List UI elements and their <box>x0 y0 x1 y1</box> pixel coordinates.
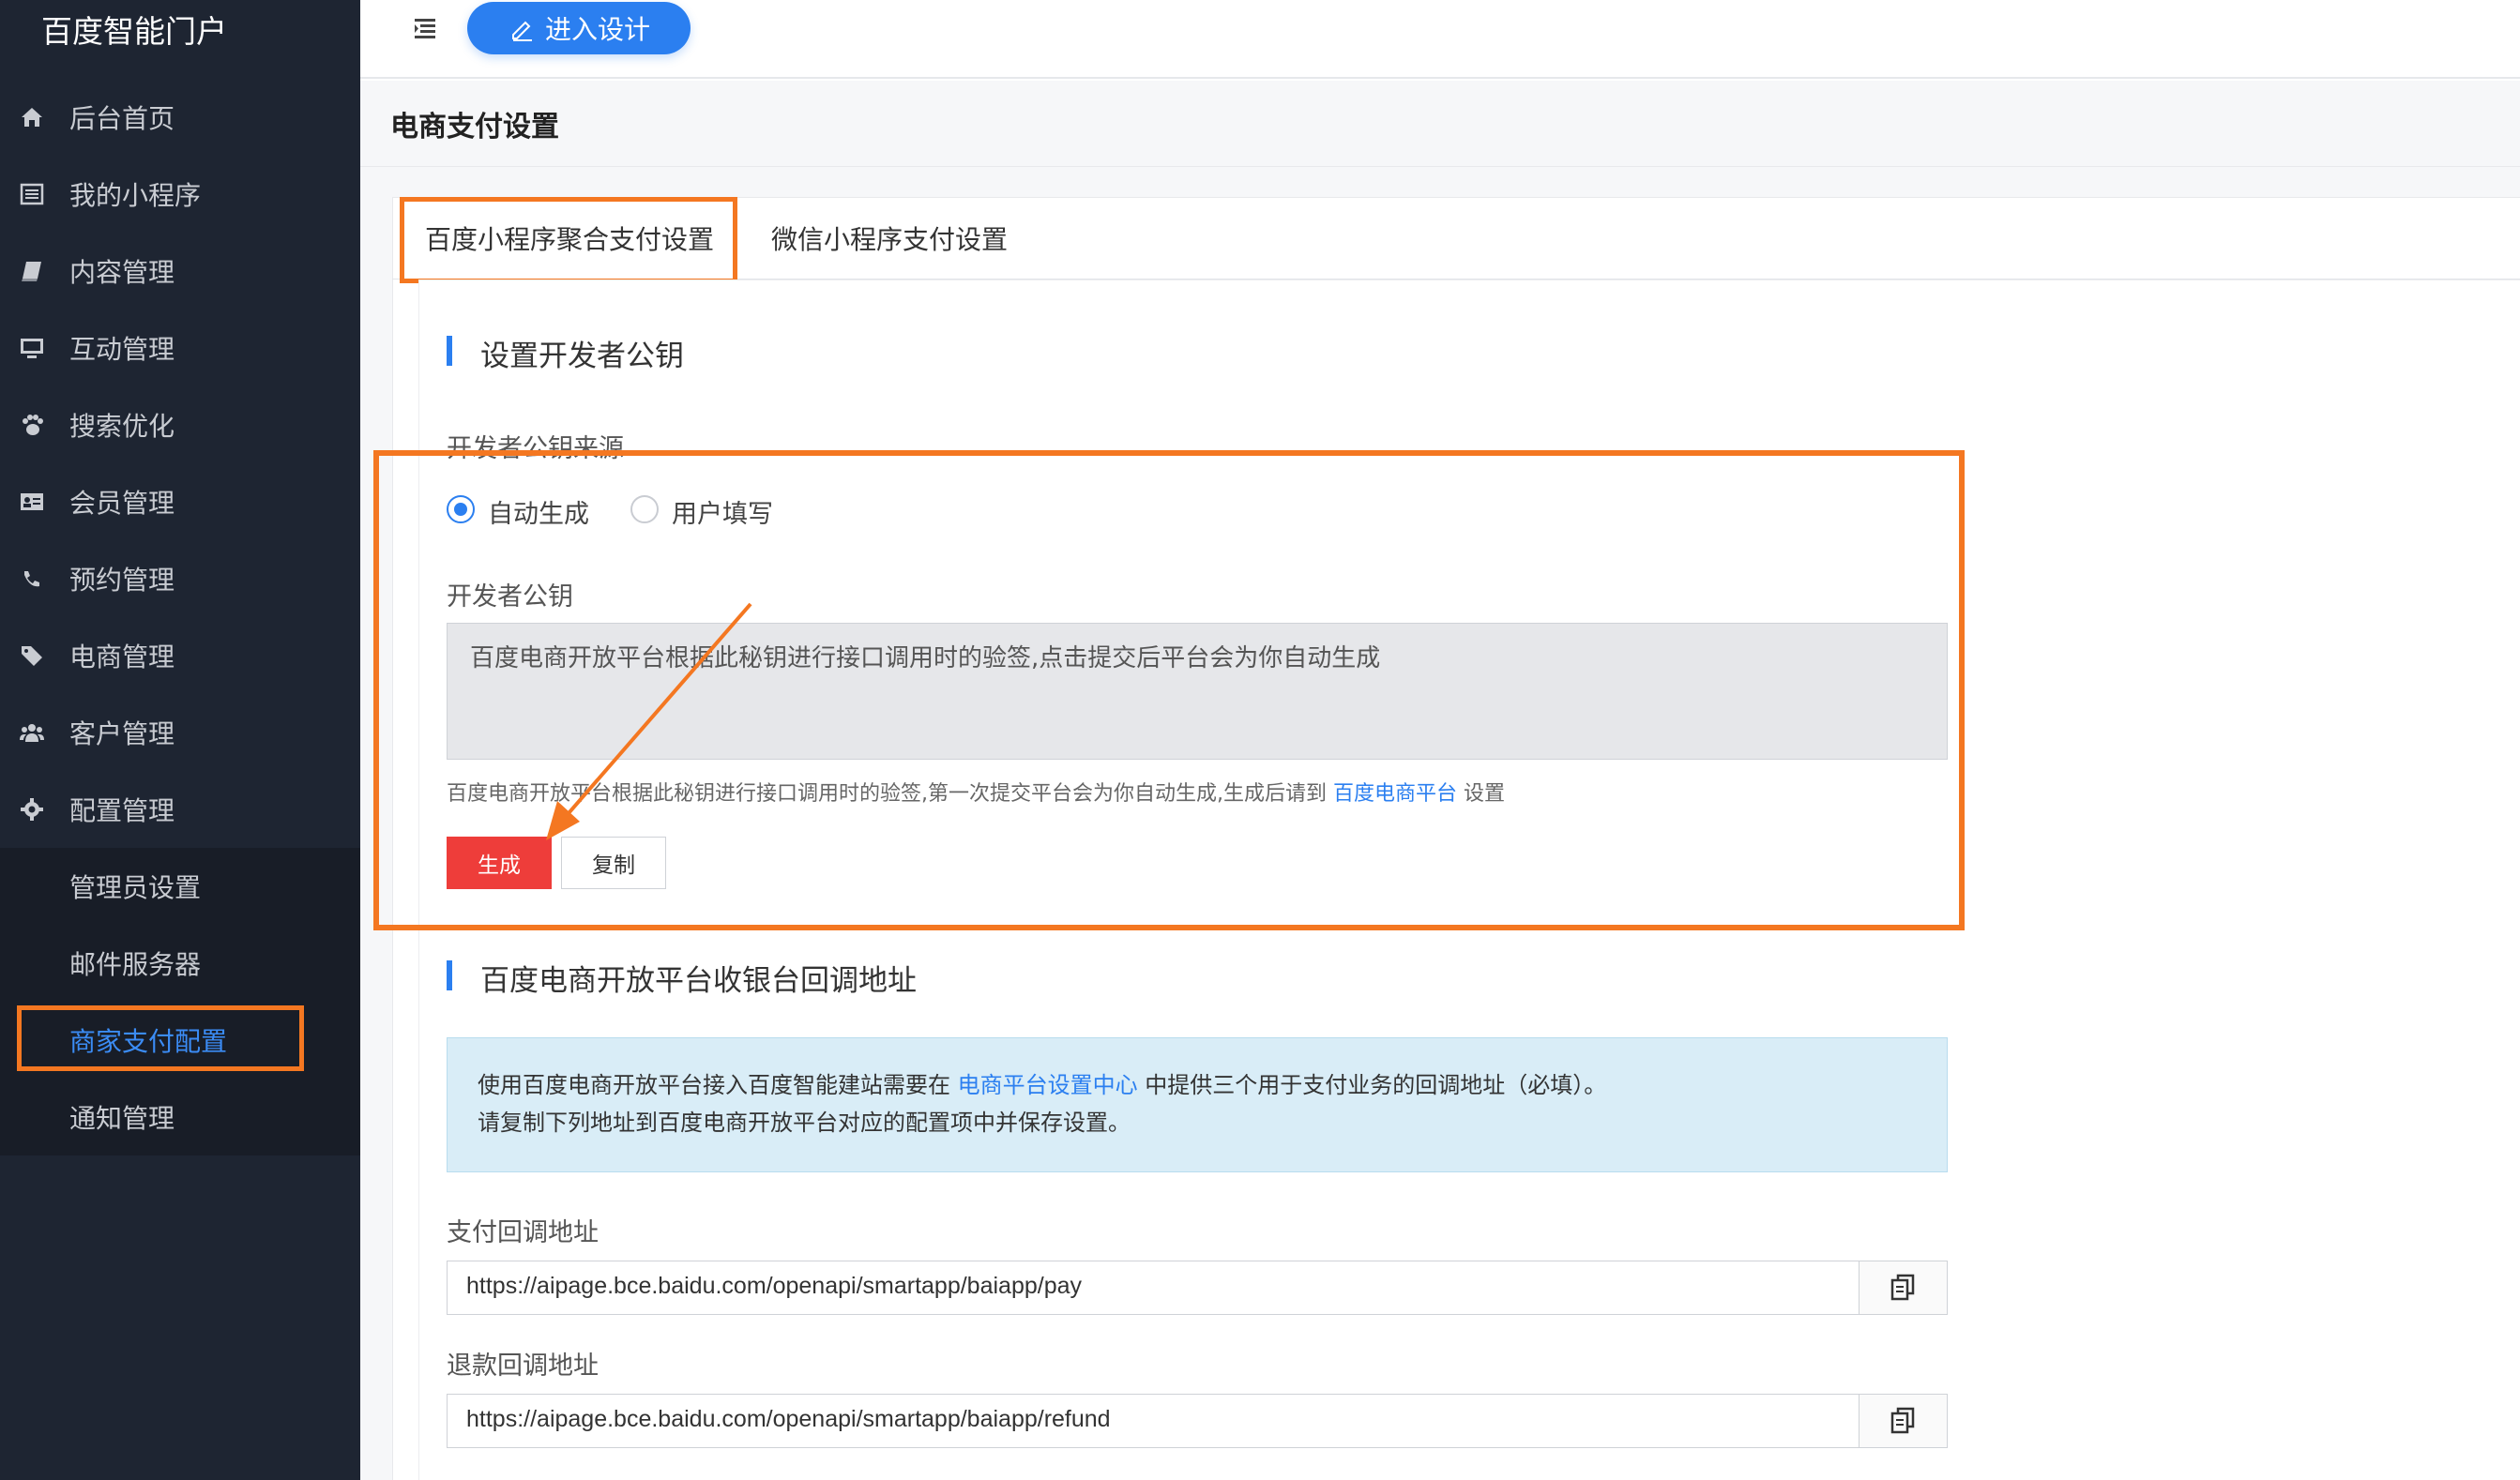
sidebar-highlight-box <box>17 1005 304 1071</box>
submenu-item-label: 邮件服务器 <box>69 949 202 980</box>
topbar: 进入设计 <box>360 0 2520 79</box>
sidebar: 百度智能门户 后台首页 我的小程序 内容管理 互动管理 搜索优化 会员管理 预约… <box>0 0 360 1480</box>
sidebar-item-label: 会员管理 <box>69 488 175 519</box>
sidebar-item-customers[interactable]: 客户管理 <box>0 694 360 771</box>
section-title-callback: 百度电商开放平台收银台回调地址 <box>480 964 917 998</box>
copy-refund-url-button[interactable] <box>1859 1395 1947 1447</box>
sidebar-item-config[interactable]: 配置管理 <box>0 771 360 848</box>
pay-callback-field: https://aipage.bce.baidu.com/openapi/sma… <box>447 1261 1948 1315</box>
sidebar-item-label: 互动管理 <box>69 334 175 365</box>
sidebar-item-interaction[interactable]: 互动管理 <box>0 310 360 386</box>
info-line-2: 请复制下列地址到百度电商开放平台对应的配置项中并保存设置。 <box>478 1110 1131 1136</box>
gear-icon <box>19 796 45 823</box>
copy-icon <box>1890 1407 1914 1434</box>
submenu-item-label: 管理员设置 <box>69 872 202 903</box>
refund-callback-field: https://aipage.bce.baidu.com/openapi/sma… <box>447 1394 1948 1448</box>
submenu-item-label: 通知管理 <box>69 1103 175 1134</box>
enter-design-label: 进入设计 <box>544 14 650 45</box>
list-icon <box>19 181 45 207</box>
home-icon <box>19 104 45 130</box>
page-header: 电商支付设置 <box>360 81 2520 167</box>
refund-callback-url[interactable]: https://aipage.bce.baidu.com/openapi/sma… <box>466 1406 1111 1433</box>
sidebar-item-label: 客户管理 <box>69 718 175 749</box>
sidebar-item-label: 后台首页 <box>69 103 175 134</box>
sidebar-item-label: 预约管理 <box>69 565 175 596</box>
copy-pay-url-button[interactable] <box>1859 1261 1947 1314</box>
callback-info-box: 使用百度电商开放平台接入百度智能建站需要在 电商平台设置中心 中提供三个用于支付… <box>447 1037 1948 1172</box>
refund-callback-label: 退款回调地址 <box>447 1352 599 1381</box>
section-marker <box>447 336 452 366</box>
sidebar-item-label: 内容管理 <box>69 257 175 288</box>
annotation-arrow <box>546 602 752 840</box>
tab-label: 微信小程序支付设置 <box>771 224 1009 255</box>
copy-icon <box>1890 1274 1914 1301</box>
info-line-1: 使用百度电商开放平台接入百度智能建站需要在 电商平台设置中心 中提供三个用于支付… <box>478 1066 1917 1104</box>
sidebar-item-my-miniprogram[interactable]: 我的小程序 <box>0 156 360 233</box>
sidebar-item-content[interactable]: 内容管理 <box>0 233 360 310</box>
monitor-icon <box>19 335 45 361</box>
sidebar-item-seo[interactable]: 搜索优化 <box>0 386 360 463</box>
sidebar-item-label: 搜索优化 <box>69 411 175 442</box>
sidebar-item-label: 电商管理 <box>69 642 175 672</box>
sidebar-item-ecommerce[interactable]: 电商管理 <box>0 617 360 694</box>
pay-callback-url[interactable]: https://aipage.bce.baidu.com/openapi/sma… <box>466 1273 1082 1300</box>
paw-icon <box>19 412 45 438</box>
section-title-public-key: 设置开发者公钥 <box>480 340 684 373</box>
submenu-item-notification[interactable]: 通知管理 <box>0 1079 360 1155</box>
sidebar-item-home[interactable]: 后台首页 <box>0 79 360 156</box>
menu-toggle-icon[interactable] <box>411 15 439 41</box>
edit-icon <box>511 21 532 41</box>
page-title: 电商支付设置 <box>390 111 559 143</box>
tab-highlight-box <box>400 197 737 283</box>
sidebar-item-booking[interactable]: 预约管理 <box>0 540 360 617</box>
enter-design-button[interactable]: 进入设计 <box>467 2 691 54</box>
info-text: 使用百度电商开放平台接入百度智能建站需要在 <box>478 1072 950 1098</box>
phone-icon <box>19 566 45 592</box>
info-text: 中提供三个用于支付业务的回调地址（必填）。 <box>1145 1072 1607 1098</box>
config-submenu: 管理员设置 邮件服务器 商家支付配置 通知管理 <box>0 848 360 1155</box>
sidebar-item-label: 配置管理 <box>69 795 175 826</box>
tab-wechat-payment[interactable]: 微信小程序支付设置 <box>771 197 1053 279</box>
tags-icon <box>19 642 45 669</box>
submenu-item-mail[interactable]: 邮件服务器 <box>0 925 360 1002</box>
users-icon <box>19 719 45 746</box>
book-icon <box>19 258 45 284</box>
brand-title: 百度智能门户 <box>41 13 227 50</box>
submenu-item-admin[interactable]: 管理员设置 <box>0 848 360 925</box>
ecommerce-settings-center-link[interactable]: 电商平台设置中心 <box>958 1072 1138 1098</box>
pay-callback-label: 支付回调地址 <box>447 1218 599 1247</box>
sidebar-item-members[interactable]: 会员管理 <box>0 463 360 540</box>
sidebar-item-label: 我的小程序 <box>69 180 202 211</box>
id-card-icon <box>19 489 45 515</box>
section-marker <box>447 960 452 990</box>
